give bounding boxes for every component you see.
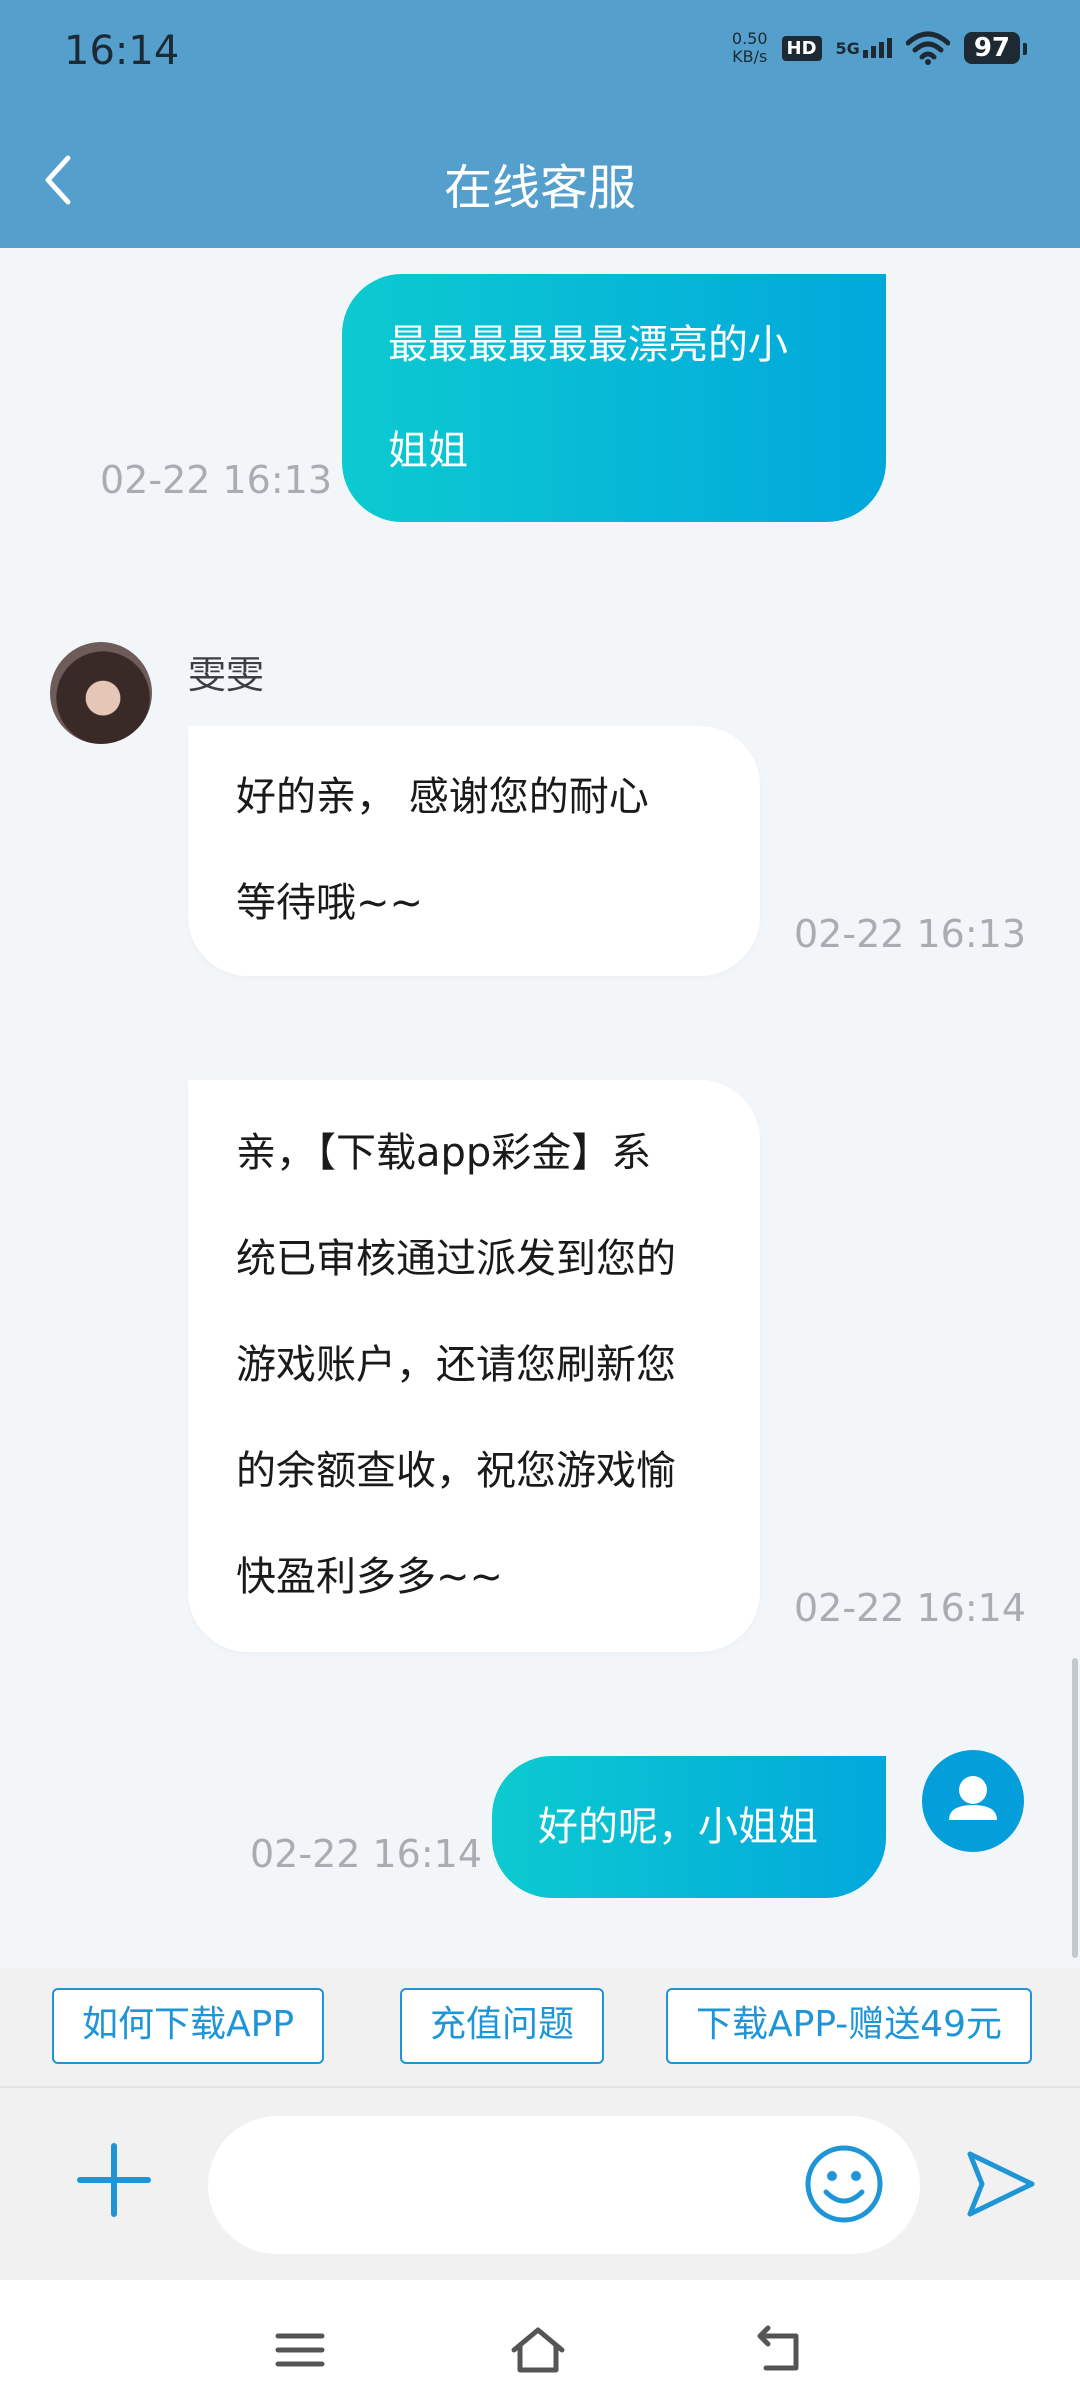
message-bubble-outgoing: 好的呢，小姐姐 (492, 1756, 886, 1898)
smiley-icon[interactable] (804, 2144, 884, 2224)
network-speed-unit: KB/s (732, 47, 768, 66)
chat-area[interactable]: 最最最最最最漂亮的小 姐姐 02-22 16:13 雯雯 好的亲， 感谢您的耐心… (0, 248, 1080, 1968)
input-bar (0, 2088, 1080, 2280)
battery-icon: 97 (963, 32, 1028, 64)
network-type: 5G (835, 39, 860, 58)
signal-icon: 5G (836, 38, 892, 58)
system-nav-bar (0, 2280, 1080, 2408)
status-time: 16:14 (64, 28, 180, 74)
send-icon[interactable] (964, 2148, 1038, 2220)
quick-reply-download-bonus[interactable]: 下载APP-赠送49元 (666, 1988, 1033, 2064)
message-time: 02-22 16:13 (794, 912, 1027, 956)
message-bubble-incoming: 好的亲， 感谢您的耐心 等待哦~~ (188, 726, 760, 976)
message-line: 游戏账户，还请您刷新您 (236, 1342, 676, 1388)
user-icon (949, 1776, 997, 1820)
quick-reply-download-app[interactable]: 如何下载APP (52, 1988, 325, 2064)
message-bubble-outgoing: 最最最最最最漂亮的小 姐姐 (342, 274, 886, 522)
home-icon[interactable] (508, 2322, 568, 2378)
user-avatar[interactable] (922, 1750, 1024, 1852)
status-bar: 16:14 0.50 KB/s HD 5G 97 (0, 0, 1080, 110)
back-icon[interactable] (750, 2322, 810, 2378)
menu-icon[interactable] (270, 2322, 330, 2378)
network-speed-value: 0.50 (731, 29, 768, 48)
page-title: 在线客服 (443, 160, 636, 216)
status-icons: 0.50 KB/s HD 5G 97 (732, 30, 1028, 66)
message-line: 等待哦~~ (236, 880, 424, 926)
message-line: 快盈利多多~~ (236, 1554, 504, 1600)
message-line: 统已审核通过派发到您的 (236, 1236, 676, 1282)
quick-reply-bar: 如何下载APP 充值问题 下载APP-赠送49元 (0, 1968, 1080, 2088)
message-line: 姐姐 (388, 428, 468, 474)
quick-reply-recharge[interactable]: 充值问题 (400, 1988, 605, 2064)
wifi-icon (905, 31, 950, 65)
message-bubble-incoming: 亲，【下载app彩金】系 统已审核通过派发到您的 游戏账户，还请您刷新您 的余额… (188, 1080, 760, 1652)
hd-icon: HD (781, 35, 822, 61)
sender-name: 雯雯 (188, 653, 265, 697)
app-header: 16:14 0.50 KB/s HD 5G 97 在线客服 (0, 0, 1080, 248)
message-line: 好的呢，小姐姐 (538, 1804, 818, 1850)
message-line: 的余额查收，祝您游戏愉 (236, 1448, 676, 1494)
message-time: 02-22 16:14 (794, 1586, 1027, 1630)
message-line: 好的亲， 感谢您的耐心 (236, 774, 649, 820)
network-speed: 0.50 KB/s (732, 30, 768, 66)
scrollbar[interactable] (1072, 1658, 1078, 1958)
message-line: 亲，【下载app彩金】系 (236, 1130, 652, 1176)
agent-avatar[interactable] (50, 642, 152, 744)
message-line: 最最最最最最漂亮的小 (388, 322, 788, 368)
message-time: 02-22 16:14 (250, 1832, 483, 1876)
plus-icon[interactable] (76, 2142, 152, 2218)
message-time: 02-22 16:13 (100, 458, 333, 502)
